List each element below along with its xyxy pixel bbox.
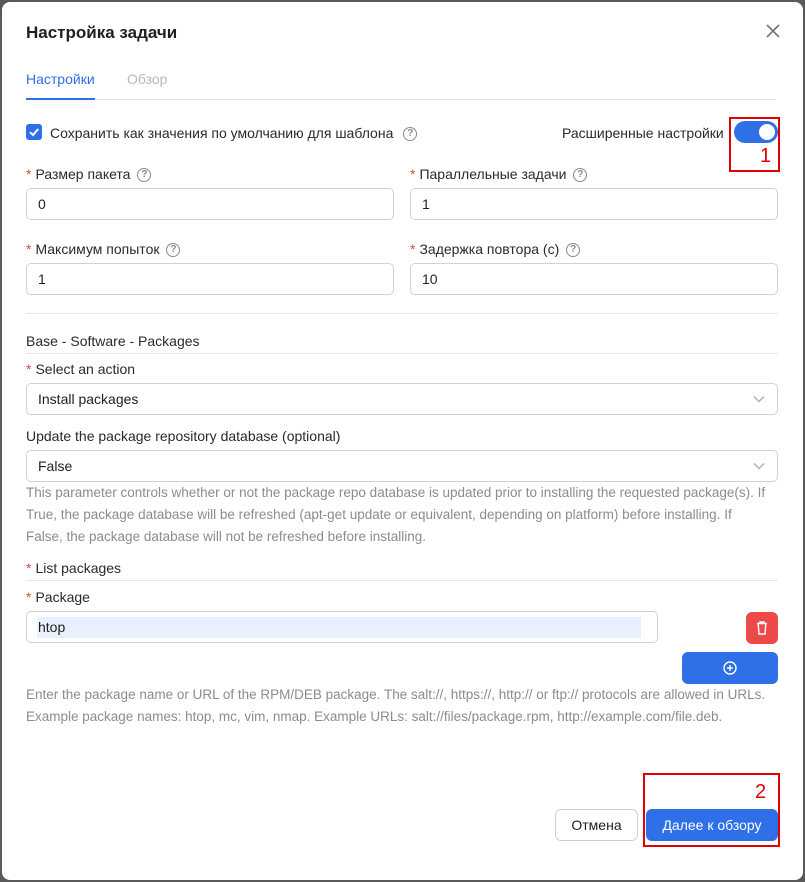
required-mark: *: [26, 361, 32, 377]
annotation-box-1: [729, 117, 780, 172]
help-icon[interactable]: ?: [166, 243, 181, 258]
required-mark: *: [26, 241, 32, 257]
list-packages-label: * List packages: [26, 560, 121, 576]
package-label: * Package: [26, 589, 90, 605]
module-title: Base - Software - Packages: [26, 333, 200, 349]
required-mark: *: [26, 589, 32, 605]
retry-delay-label: * Задержка повтора (с) ?: [410, 241, 581, 258]
list-packages-text: List packages: [35, 560, 122, 576]
retry-delay-input[interactable]: 10: [410, 263, 778, 295]
batch-size-label: * Размер пакета ?: [26, 166, 152, 183]
tab-review[interactable]: Обзор: [127, 71, 167, 87]
required-mark: *: [410, 241, 416, 257]
advanced-settings-label: Расширенные настройки: [562, 125, 724, 141]
package-input-value: htop: [37, 617, 641, 638]
delete-package-button[interactable]: [746, 612, 778, 644]
help-icon[interactable]: ?: [573, 168, 588, 183]
save-default-checkbox[interactable]: [26, 124, 42, 140]
section-divider: [26, 313, 778, 314]
annotation-number-2: 2: [755, 781, 767, 803]
update-repo-select[interactable]: False: [26, 450, 778, 482]
retry-delay-text: Задержка повтора (с): [419, 241, 560, 257]
parallel-tasks-text: Параллельные задачи: [419, 166, 567, 182]
package-input[interactable]: htop: [26, 611, 658, 643]
help-icon[interactable]: ?: [137, 168, 152, 183]
batch-size-input[interactable]: 0: [26, 188, 394, 220]
add-package-button[interactable]: [682, 652, 778, 684]
task-settings-dialog: Настройка задачи Настройки Обзор Сохрани…: [2, 2, 803, 880]
parallel-tasks-input[interactable]: 1: [410, 188, 778, 220]
action-select-value: Install packages: [38, 391, 139, 407]
max-retries-input[interactable]: 1: [26, 263, 394, 295]
tab-settings[interactable]: Настройки: [26, 71, 95, 87]
check-icon: [29, 128, 39, 137]
module-title-divider: [26, 353, 778, 354]
max-retries-text: Максимум попыток: [35, 241, 160, 257]
parallel-tasks-label: * Параллельные задачи ?: [410, 166, 588, 183]
action-label: * Select an action: [26, 361, 135, 377]
save-default-text: Сохранить как значения по умолчанию для …: [50, 125, 394, 141]
chevron-down-icon: [753, 396, 765, 403]
trash-icon: [757, 621, 767, 635]
next-to-review-button[interactable]: Далее к обзору: [646, 809, 778, 841]
dialog-title: Настройка задачи: [26, 23, 178, 42]
chevron-down-icon: [753, 463, 765, 470]
package-text: Package: [35, 589, 90, 605]
annotation-number-1: 1: [760, 145, 772, 167]
action-select[interactable]: Install packages: [26, 383, 778, 415]
batch-size-text: Размер пакета: [35, 166, 131, 182]
save-default-label: Сохранить как значения по умолчанию для …: [50, 125, 418, 142]
plus-circle-icon: [723, 661, 737, 675]
cancel-button[interactable]: Отмена: [555, 809, 638, 841]
update-repo-select-value: False: [38, 458, 73, 474]
required-mark: *: [410, 166, 416, 182]
close-icon[interactable]: [764, 22, 782, 40]
required-mark: *: [26, 166, 32, 182]
action-text: Select an action: [35, 361, 136, 377]
list-packages-divider: [26, 580, 778, 581]
tab-active-indicator: [26, 98, 95, 100]
update-repo-hint: This parameter controls whether or not t…: [26, 485, 766, 544]
tab-bar: Настройки Обзор: [26, 62, 776, 100]
help-icon[interactable]: ?: [566, 243, 581, 258]
required-mark: *: [26, 560, 32, 576]
update-repo-label: Update the package repository database (…: [26, 428, 341, 444]
max-retries-label: * Максимум попыток ?: [26, 241, 181, 258]
package-hint: Enter the package name or URL of the RPM…: [26, 687, 766, 724]
help-icon[interactable]: ?: [403, 127, 418, 142]
